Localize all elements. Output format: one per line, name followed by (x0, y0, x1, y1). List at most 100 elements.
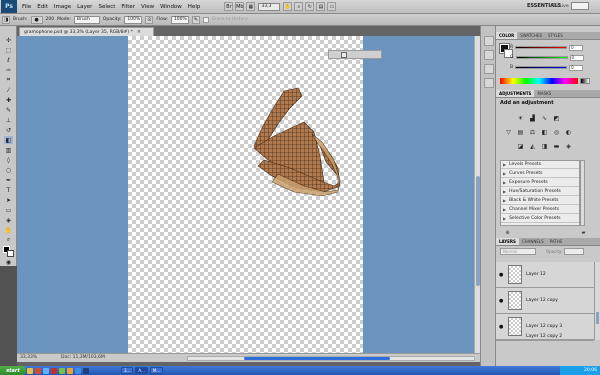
photo-filter-icon[interactable]: ◎ (552, 128, 561, 136)
preset-selective-color[interactable]: ▶ Selective Color Presets (501, 215, 579, 223)
type-tool-icon[interactable]: T (4, 186, 13, 194)
presets-scrollbar[interactable] (580, 160, 585, 226)
shape-tool-icon[interactable]: ▭ (4, 206, 13, 214)
move-tool-icon[interactable]: ✢ (4, 36, 13, 44)
menu-layer[interactable]: Layer (74, 4, 95, 10)
menu-help[interactable]: Help (185, 4, 204, 10)
threshold-icon[interactable]: ◨ (540, 142, 549, 150)
layer-row[interactable]: ● Layer 12 (496, 262, 594, 288)
clock[interactable]: 20:06 (584, 368, 597, 373)
tab-paths[interactable]: PATHS (547, 238, 566, 245)
pressure-opacity-icon[interactable]: ⊙ (145, 15, 154, 24)
exposure-icon[interactable]: ◩ (552, 114, 561, 122)
menu-view[interactable]: View (138, 4, 157, 10)
layers-scroll-thumb[interactable] (596, 312, 599, 324)
help-search-field[interactable] (570, 2, 589, 10)
flow-field[interactable]: 100% (170, 15, 189, 24)
layer-row[interactable]: ● Layer 12 copy (496, 288, 594, 314)
healing-tool-icon[interactable]: ✚ (4, 96, 13, 104)
clip-layer-icon[interactable]: ⊕ (504, 229, 511, 236)
tab-masks[interactable]: MASKS (534, 90, 554, 97)
quicklaunch-app-icon[interactable] (59, 367, 65, 374)
preset-levels[interactable]: ▶ Levels Presets (501, 161, 579, 169)
menu-image[interactable]: Image (51, 4, 74, 10)
marquee-tool-icon[interactable]: ⬚ (4, 46, 13, 54)
layers-scrollbar[interactable] (594, 262, 600, 340)
blue-slider[interactable] (515, 66, 568, 69)
actions-panel-icon[interactable] (484, 50, 494, 60)
posterize-icon[interactable]: ◭ (528, 142, 537, 150)
paragraph-panel-icon[interactable] (484, 78, 494, 88)
taskbar-task-1[interactable]: 3... (121, 367, 134, 374)
zoom-level-select[interactable]: 33,3 (258, 2, 281, 11)
tab-layers[interactable]: LAYERS (496, 238, 519, 245)
status-zoom[interactable]: 33,33% (20, 355, 37, 360)
preset-hue-saturation[interactable]: ▶ Hue/Saturation Presets (501, 188, 579, 196)
hand-icon[interactable]: ✋ (283, 2, 293, 11)
zoom-tool-icon[interactable]: ⌕ (4, 236, 13, 244)
curves-icon[interactable]: ∿ (540, 114, 549, 122)
brush-preset-picker[interactable]: ● (30, 15, 43, 24)
layer-name[interactable]: Layer 12 copy (526, 298, 558, 303)
screen-mode-icon[interactable]: ▭ (327, 2, 337, 11)
quicklaunch-browser-icon[interactable] (35, 367, 41, 374)
color-balance-icon[interactable]: ⚖ (528, 128, 537, 136)
visibility-eye-icon[interactable]: ● (499, 272, 503, 278)
blue-value[interactable]: 0 (569, 64, 584, 71)
green-value[interactable]: 0 (569, 54, 584, 61)
layer-row[interactable]: Layer 12 copy 2 (496, 334, 594, 341)
eraser-tool-icon[interactable]: ◨ (2, 15, 10, 24)
layer-name[interactable]: Layer 12 (526, 272, 546, 277)
quick-select-tool-icon[interactable]: ✑ (4, 66, 13, 74)
document-canvas[interactable] (128, 36, 363, 353)
lasso-tool-icon[interactable]: ℓ (4, 56, 13, 64)
eyedropper-tool-icon[interactable]: ⁄ (4, 86, 13, 94)
preset-black-white[interactable]: ▶ Black & White Presets (501, 197, 579, 205)
crop-tool-icon[interactable]: ⌗ (4, 76, 13, 84)
background-color-swatch[interactable] (7, 250, 14, 257)
3d-tool-icon[interactable]: ◈ (4, 216, 13, 224)
menu-edit[interactable]: Edit (34, 4, 51, 10)
horizontal-scroll-thumb[interactable] (244, 357, 390, 360)
red-slider[interactable] (515, 46, 568, 49)
menu-select[interactable]: Select (95, 4, 118, 10)
grayscale-ramp[interactable] (580, 78, 590, 84)
opacity-field[interactable]: 100% (124, 15, 143, 24)
view-extras-icon[interactable]: ▦ (246, 2, 256, 11)
history-panel-icon[interactable] (484, 36, 494, 46)
levels-icon[interactable]: ▟ (528, 114, 537, 122)
path-select-tool-icon[interactable]: ➤ (4, 196, 13, 204)
eraser-tool-button-icon[interactable]: ◧ (4, 136, 13, 144)
quick-mask-icon[interactable]: ◉ (4, 258, 13, 266)
floating-mini-panel[interactable] (328, 50, 382, 59)
visibility-eye-icon[interactable]: ● (499, 324, 503, 330)
quicklaunch-ie-icon[interactable] (43, 367, 49, 374)
taskbar-task-3[interactable]: M... (149, 367, 164, 374)
menu-window[interactable]: Window (157, 4, 185, 10)
hand-tool-icon[interactable]: ✋ (4, 226, 13, 234)
tab-styles[interactable]: STYLES (545, 32, 566, 39)
close-icon[interactable]: × (137, 29, 141, 35)
channel-mixer-icon[interactable]: ◐ (564, 128, 573, 136)
tab-color[interactable]: COLOR (496, 32, 518, 39)
arrange-documents-icon[interactable]: ▤ (316, 2, 326, 11)
camera-icon[interactable]: ▰ (580, 229, 587, 236)
cs-live[interactable]: CS Live (552, 2, 589, 10)
black-white-icon[interactable]: ◧ (540, 128, 549, 136)
history-brush-tool-icon[interactable]: ↺ (4, 126, 13, 134)
visibility-eye-icon[interactable]: ● (499, 298, 503, 304)
quicklaunch-messenger-icon[interactable] (75, 367, 81, 374)
preset-exposure[interactable]: ▶ Exposure Presets (501, 179, 579, 187)
brush-tool-icon[interactable]: ✎ (4, 106, 13, 114)
invert-icon[interactable]: ◪ (516, 142, 525, 150)
airbrush-icon[interactable]: ✎ (191, 15, 200, 24)
rotate-view-icon[interactable]: ↻ (305, 2, 315, 11)
quicklaunch-media-icon[interactable] (67, 367, 73, 374)
blend-mode-select[interactable]: Normal (500, 248, 536, 255)
tab-swatches[interactable]: SWATCHES (517, 32, 545, 39)
erase-to-history-checkbox[interactable] (202, 16, 209, 23)
document-tab[interactable]: gramophone.psd @ 33,3% (Layer 35, RGB/8#… (19, 27, 154, 36)
green-slider[interactable] (515, 56, 568, 59)
quicklaunch-opera-icon[interactable] (51, 367, 57, 374)
tab-channels[interactable]: CHANNELS (519, 238, 547, 245)
